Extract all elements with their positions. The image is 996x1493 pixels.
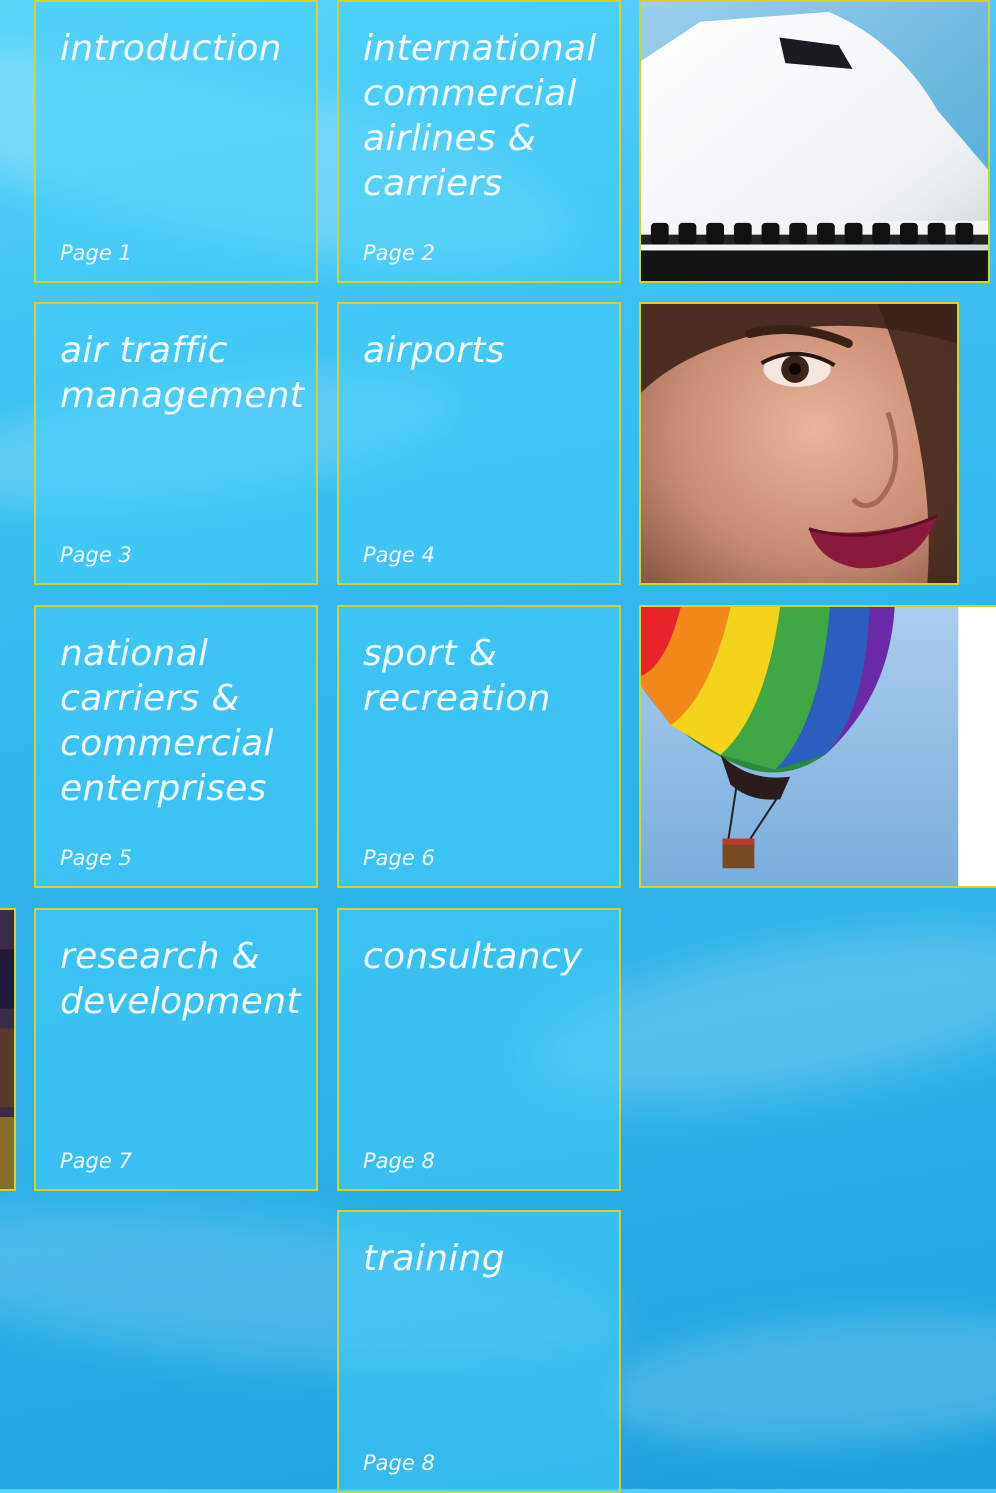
tile-page-number: Page 8 — [363, 1149, 435, 1173]
tile-research-development[interactable]: research & development Page 7 — [34, 908, 318, 1191]
tile-title: consultancy — [363, 936, 583, 977]
tile-training[interactable]: training Page 8 — [337, 1210, 621, 1493]
tile-page-number: Page 1 — [60, 241, 132, 265]
background-streak — [596, 1302, 996, 1458]
tile-introduction[interactable]: introduction Page 1 — [34, 0, 318, 283]
tile-page-number: Page 7 — [60, 1149, 132, 1173]
tile-title: national carriers & commercial enterpris… — [60, 633, 274, 809]
tile-consultancy[interactable]: consultancy Page 8 — [337, 908, 621, 1191]
tile-page-number: Page 8 — [363, 1451, 435, 1475]
tile-title: training — [363, 1238, 505, 1279]
tile-title: research & development — [60, 936, 301, 1022]
tile-air-traffic-management[interactable]: air traffic management Page 3 — [34, 302, 318, 585]
hot-air-balloon-photo-icon — [639, 605, 996, 888]
tile-page-number: Page 5 — [60, 846, 132, 870]
tile-title: international commercial airlines & carr… — [363, 28, 597, 204]
smiling-woman-photo-icon — [639, 302, 959, 585]
tile-page-number: Page 6 — [363, 846, 435, 870]
tile-title: introduction — [60, 28, 282, 69]
tile-sport-recreation[interactable]: sport & recreation Page 6 — [337, 605, 621, 888]
tile-title: airports — [363, 330, 505, 371]
tile-title: air traffic management — [60, 330, 305, 416]
tile-national-carriers[interactable]: national carriers & commercial enterpris… — [34, 605, 318, 888]
tile-page-number: Page 4 — [363, 543, 435, 567]
airplane-nose-photo-icon — [639, 0, 990, 283]
tile-international-commercial-airlines[interactable]: international commercial airlines & carr… — [337, 0, 621, 283]
tile-airports[interactable]: airports Page 4 — [337, 302, 621, 585]
tile-title: sport & recreation — [363, 633, 551, 719]
tile-page-number: Page 3 — [60, 543, 132, 567]
partial-person-photo-icon — [0, 908, 16, 1191]
tile-page-number: Page 2 — [363, 241, 435, 265]
